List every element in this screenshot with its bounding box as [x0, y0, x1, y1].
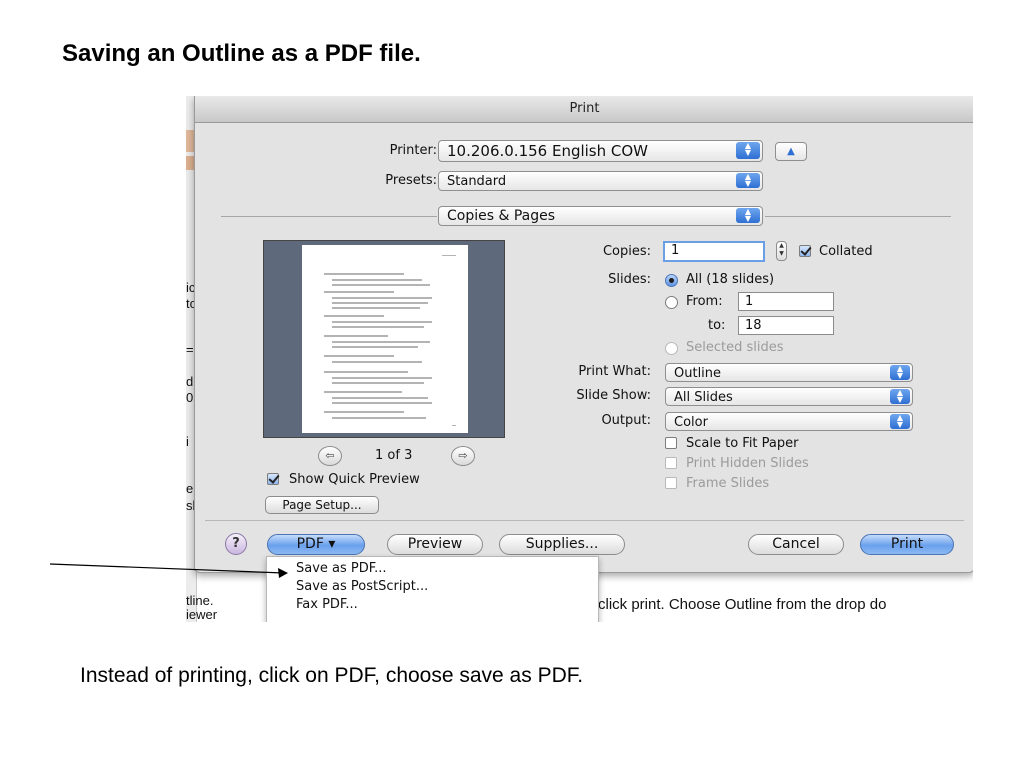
- pointer-arrow-icon: [49, 563, 288, 578]
- slide-caption: Instead of printing, click on PDF, choos…: [80, 664, 584, 687]
